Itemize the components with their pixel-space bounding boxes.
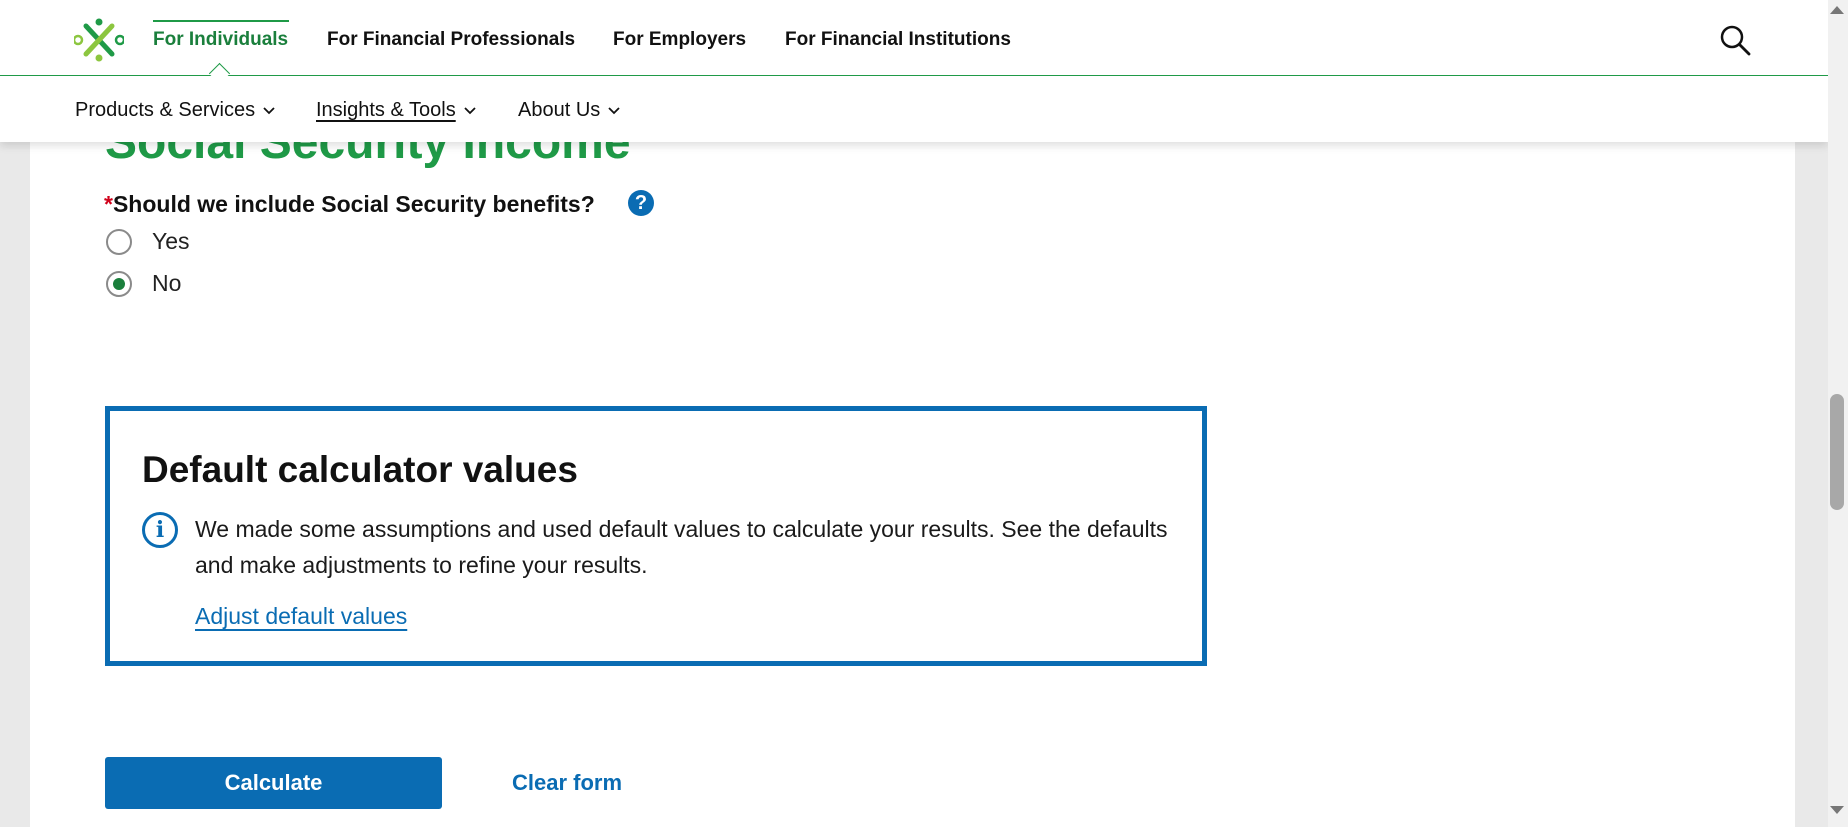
calculate-button[interactable]: Calculate xyxy=(105,757,442,809)
question-label: Should we include Social Security benefi… xyxy=(112,191,595,217)
radio-button-yes[interactable] xyxy=(106,228,132,255)
menu-about-us[interactable]: About Us xyxy=(518,99,620,122)
scroll-down-arrow[interactable] xyxy=(1830,806,1844,814)
info-icon: i xyxy=(142,512,178,548)
logo-icon[interactable] xyxy=(74,18,124,62)
adjust-default-values-link[interactable]: Adjust default values xyxy=(195,603,407,630)
clear-form-button[interactable]: Clear form xyxy=(512,770,622,796)
radio-option-no[interactable]: No xyxy=(106,270,181,297)
help-icon[interactable]: ? xyxy=(628,190,654,216)
defaults-description: We made some assumptions and used defaul… xyxy=(195,516,1168,578)
radio-label-yes: Yes xyxy=(152,228,190,254)
active-tab-indicator xyxy=(153,20,289,22)
required-marker: * xyxy=(104,191,113,217)
menu-label-products-services: Products & Services xyxy=(75,99,256,121)
radio-label-no: No xyxy=(152,270,182,296)
menu-products-services[interactable]: Products & Services xyxy=(75,99,275,122)
tab-for-employers[interactable]: For Employers xyxy=(613,29,746,51)
scroll-up-arrow[interactable] xyxy=(1830,6,1844,14)
tab-for-individuals[interactable]: For Individuals xyxy=(153,29,288,51)
radio-button-no[interactable] xyxy=(106,270,132,297)
scrollbar-thumb[interactable] xyxy=(1830,394,1844,510)
tab-for-financial-professionals[interactable]: For Financial Professionals xyxy=(327,29,575,51)
search-icon[interactable] xyxy=(1719,24,1751,56)
site-header: For Individuals For Financial Profession… xyxy=(0,0,1828,142)
chevron-down-icon xyxy=(608,106,620,114)
radio-option-yes[interactable]: Yes xyxy=(106,228,190,255)
tab-for-financial-institutions[interactable]: For Financial Institutions xyxy=(785,29,1011,51)
menu-label-insights-tools: Insights & Tools xyxy=(316,99,456,121)
menu-insights-tools[interactable]: Insights & Tools xyxy=(316,99,476,122)
social-security-question: *Should we include Social Security benef… xyxy=(104,191,595,218)
menu-label-about-us: About Us xyxy=(518,99,601,121)
default-values-box: Default calculator values i We made some… xyxy=(105,406,1207,666)
top-nav: For Individuals For Financial Profession… xyxy=(0,0,1828,76)
chevron-down-icon xyxy=(263,106,275,114)
defaults-title: Default calculator values xyxy=(142,449,578,490)
chevron-down-icon xyxy=(464,106,476,114)
